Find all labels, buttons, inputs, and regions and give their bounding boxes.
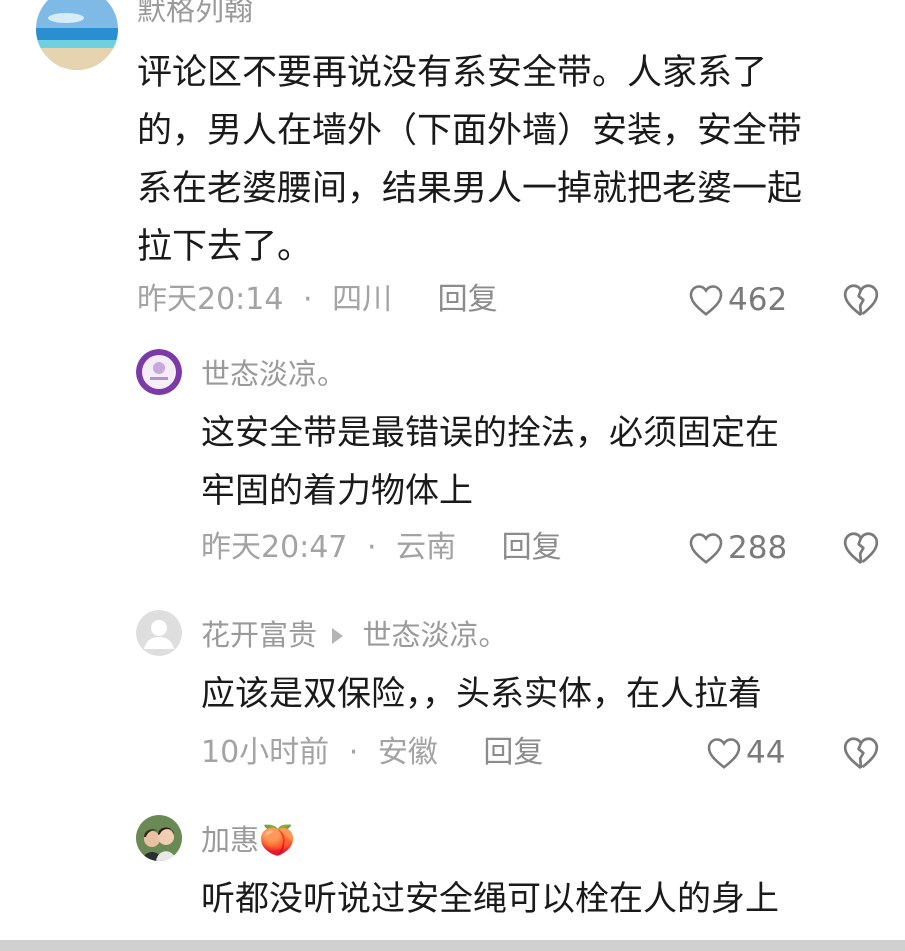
- broken-heart-icon: [843, 284, 879, 317]
- comment-text: 这安全带是最错误的拴法，必须固定在 牢固的着力物体上: [201, 404, 779, 520]
- like-button[interactable]: 288: [688, 530, 787, 566]
- comment-line: 牢固的着力物体上: [201, 471, 473, 511]
- like-count: 288: [728, 530, 788, 566]
- dislike-button[interactable]: [842, 530, 880, 566]
- comment-time: 昨天20:14: [137, 282, 284, 317]
- comment-line: 听都没听说过安全绳可以栓在人的身上: [201, 879, 779, 919]
- comment-line: 系在老婆腰间，结果男人一掉就把老婆一起: [137, 169, 803, 209]
- dislike-button[interactable]: [842, 282, 880, 318]
- reply-button[interactable]: 回复: [483, 735, 543, 770]
- reply-button[interactable]: 回复: [438, 282, 498, 317]
- comment-meta: 10小时前 · 安徽 回复: [201, 735, 543, 771]
- comment-text: 听都没听说过安全绳可以栓在人的身上: [201, 870, 779, 928]
- meta-separator: ·: [367, 530, 377, 565]
- comment-line: 这安全带是最错误的拴法，必须固定在: [201, 413, 779, 453]
- avatar[interactable]: [136, 815, 182, 861]
- default-avatar-icon: [136, 610, 182, 656]
- avatar[interactable]: [136, 349, 182, 395]
- comment-location: 云南: [396, 530, 457, 565]
- purple-avatar-image: [136, 349, 182, 395]
- comment-location: 安徽: [377, 735, 438, 770]
- meta-separator: ·: [303, 282, 313, 317]
- broken-heart-icon: [843, 532, 879, 565]
- username[interactable]: 世态淡凉。: [201, 356, 346, 392]
- reply-button[interactable]: 回复: [502, 530, 562, 565]
- heart-icon: [689, 285, 723, 316]
- username[interactable]: 加惠🍑: [201, 822, 295, 858]
- comment-line: 评论区不要再说没有系安全带。人家系了: [137, 53, 768, 93]
- bottom-toolbar-edge: [0, 940, 905, 951]
- comment-meta: 昨天20:47 · 云南 回复: [201, 530, 562, 566]
- reply-arrow-icon: [332, 628, 344, 644]
- like-count: 44: [746, 735, 786, 771]
- heart-icon: [689, 533, 723, 564]
- comment-line: 拉下去了。: [137, 227, 313, 267]
- heart-icon: [707, 738, 741, 769]
- like-button[interactable]: 44: [706, 735, 785, 771]
- avatar[interactable]: [136, 610, 182, 656]
- avatar[interactable]: [36, 0, 118, 70]
- comment-location: 四川: [332, 282, 393, 317]
- username[interactable]: 默格列翰: [137, 0, 253, 28]
- comment-text: 评论区不要再说没有系安全带。人家系了 的，男人在墙外（下面外墙）安装，安全带 系…: [137, 44, 802, 276]
- meta-separator: ·: [348, 735, 359, 770]
- comment-line: 应该是双保险，，头系实体，在人拉着: [201, 674, 762, 714]
- dislike-button[interactable]: [842, 735, 880, 771]
- comment-time: 10小时前: [201, 735, 330, 770]
- comment-text: 应该是双保险，，头系实体，在人拉着: [201, 665, 762, 723]
- photo-avatar-image: [136, 815, 182, 861]
- like-count: 462: [728, 282, 788, 318]
- username: 花开富贵 世态淡凉。: [201, 617, 507, 653]
- comment-time: 昨天20:47: [201, 530, 348, 565]
- comment-meta: 昨天20:14 · 四川 回复: [137, 282, 498, 318]
- comment-line: 的，男人在墙外（下面外墙）安装，安全带: [137, 111, 803, 151]
- reply-to-username[interactable]: 世态淡凉。: [362, 618, 507, 652]
- beach-avatar-image: [36, 0, 118, 70]
- like-button[interactable]: 462: [688, 282, 787, 318]
- broken-heart-icon: [843, 737, 879, 770]
- username-link[interactable]: 花开富贵: [201, 618, 317, 652]
